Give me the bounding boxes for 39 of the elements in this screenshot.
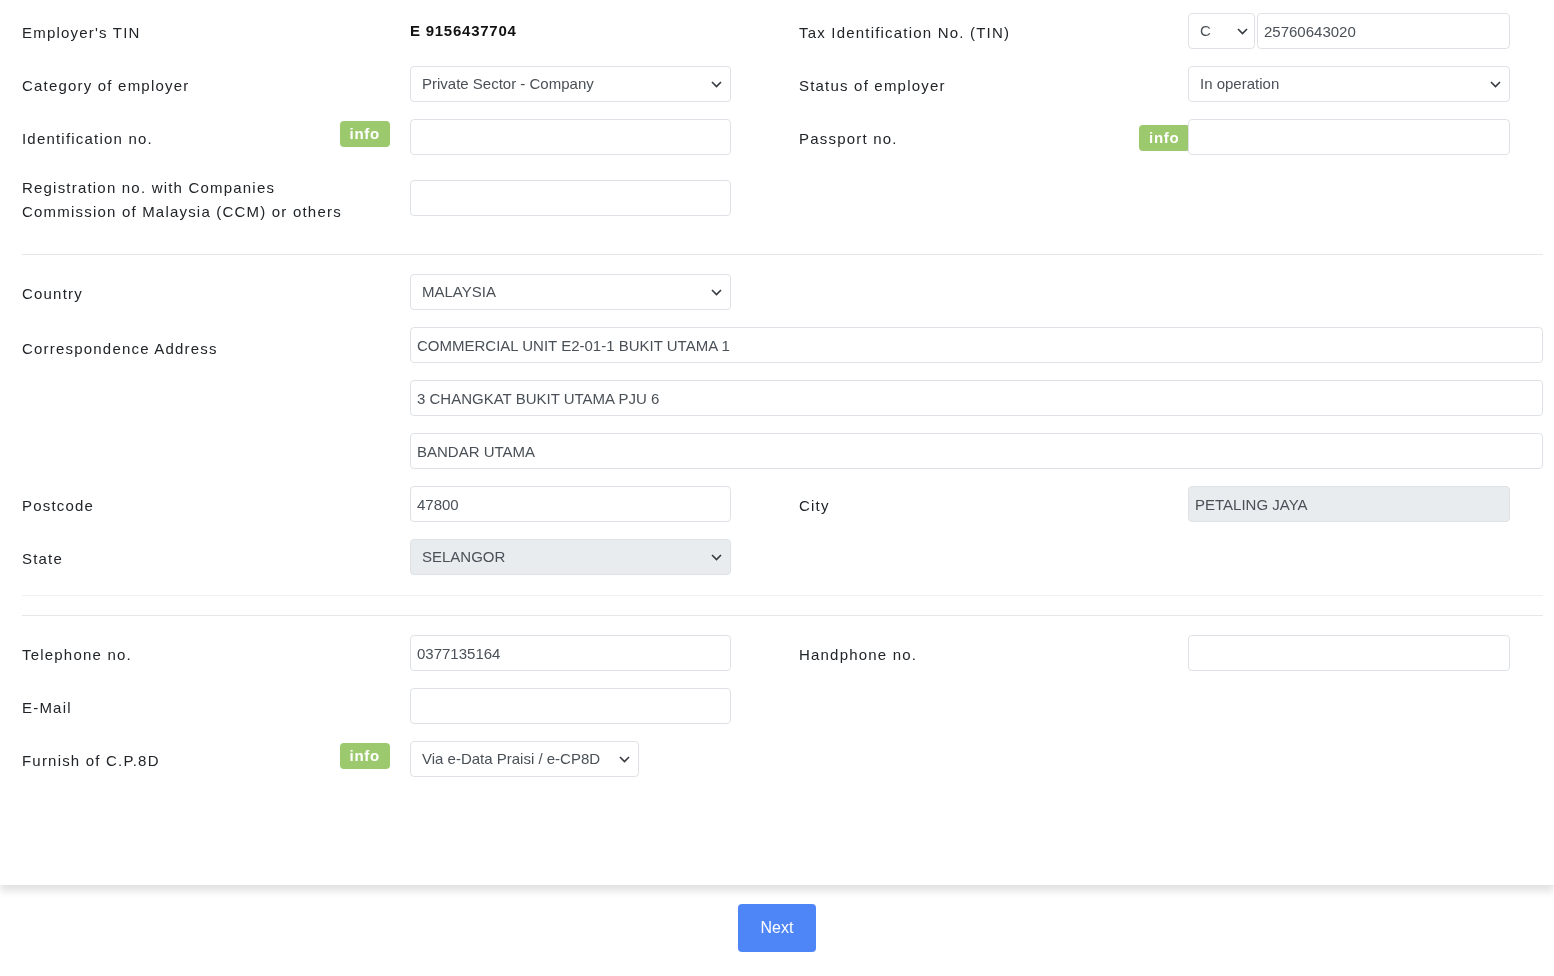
input-field[interactable] — [410, 119, 731, 155]
input-field[interactable] — [410, 180, 731, 216]
dropdown-select[interactable]: Private Sector - Company — [410, 66, 731, 102]
input-field[interactable] — [1188, 119, 1510, 155]
input-field[interactable]: BANDAR UTAMA — [410, 433, 1543, 469]
dropdown-select[interactable]: In operation — [1188, 66, 1510, 102]
field-label: Passport no. — [799, 129, 899, 149]
field-label: Country — [22, 284, 84, 304]
field-label: E-Mail — [22, 698, 73, 718]
chevron-down-icon — [711, 80, 722, 88]
chevron-down-icon — [711, 288, 722, 296]
chevron-down-icon — [1490, 80, 1501, 88]
field-label: Category of employer — [22, 76, 191, 96]
field-label: State — [22, 549, 65, 569]
input-field[interactable] — [410, 688, 731, 724]
field-label: Telephone no. — [22, 645, 133, 665]
field-label: Employer's TIN — [22, 23, 142, 43]
dropdown-select[interactable]: Via e-Data Praisi / e-CP8D — [410, 741, 639, 777]
field-value: E 9156437704 — [410, 20, 517, 41]
chevron-down-icon — [619, 755, 630, 763]
field-label: Furnish of C.P.8D — [22, 751, 161, 771]
field-label: City — [799, 496, 831, 516]
input-field[interactable]: COMMERCIAL UNIT E2-01-1 BUKIT UTAMA 1 — [410, 327, 1543, 363]
input-field[interactable]: 3 CHANGKAT BUKIT UTAMA PJU 6 — [410, 380, 1543, 416]
chevron-down-icon — [1237, 27, 1248, 35]
field-label: Tax Identification No. (TIN) — [799, 23, 1012, 43]
field-label: Identification no. — [22, 129, 154, 149]
input-field[interactable]: 47800 — [410, 486, 731, 522]
field-label: Correspondence Address — [22, 339, 219, 359]
field-label: Registration no. with Companies Commission of Malaysia (CCM) or others — [22, 178, 343, 222]
field-label: Status of employer — [799, 76, 947, 96]
prefix-select[interactable]: C — [1188, 13, 1255, 49]
input-field[interactable]: 25760643020 — [1257, 13, 1510, 49]
field-label: Handphone no. — [799, 645, 919, 665]
chevron-down-icon — [711, 553, 722, 561]
input-field[interactable]: 0377135164 — [410, 635, 731, 671]
dropdown-select[interactable]: MALAYSIA — [410, 274, 731, 310]
field-label: Postcode — [22, 496, 96, 516]
input-field[interactable] — [1188, 635, 1510, 671]
